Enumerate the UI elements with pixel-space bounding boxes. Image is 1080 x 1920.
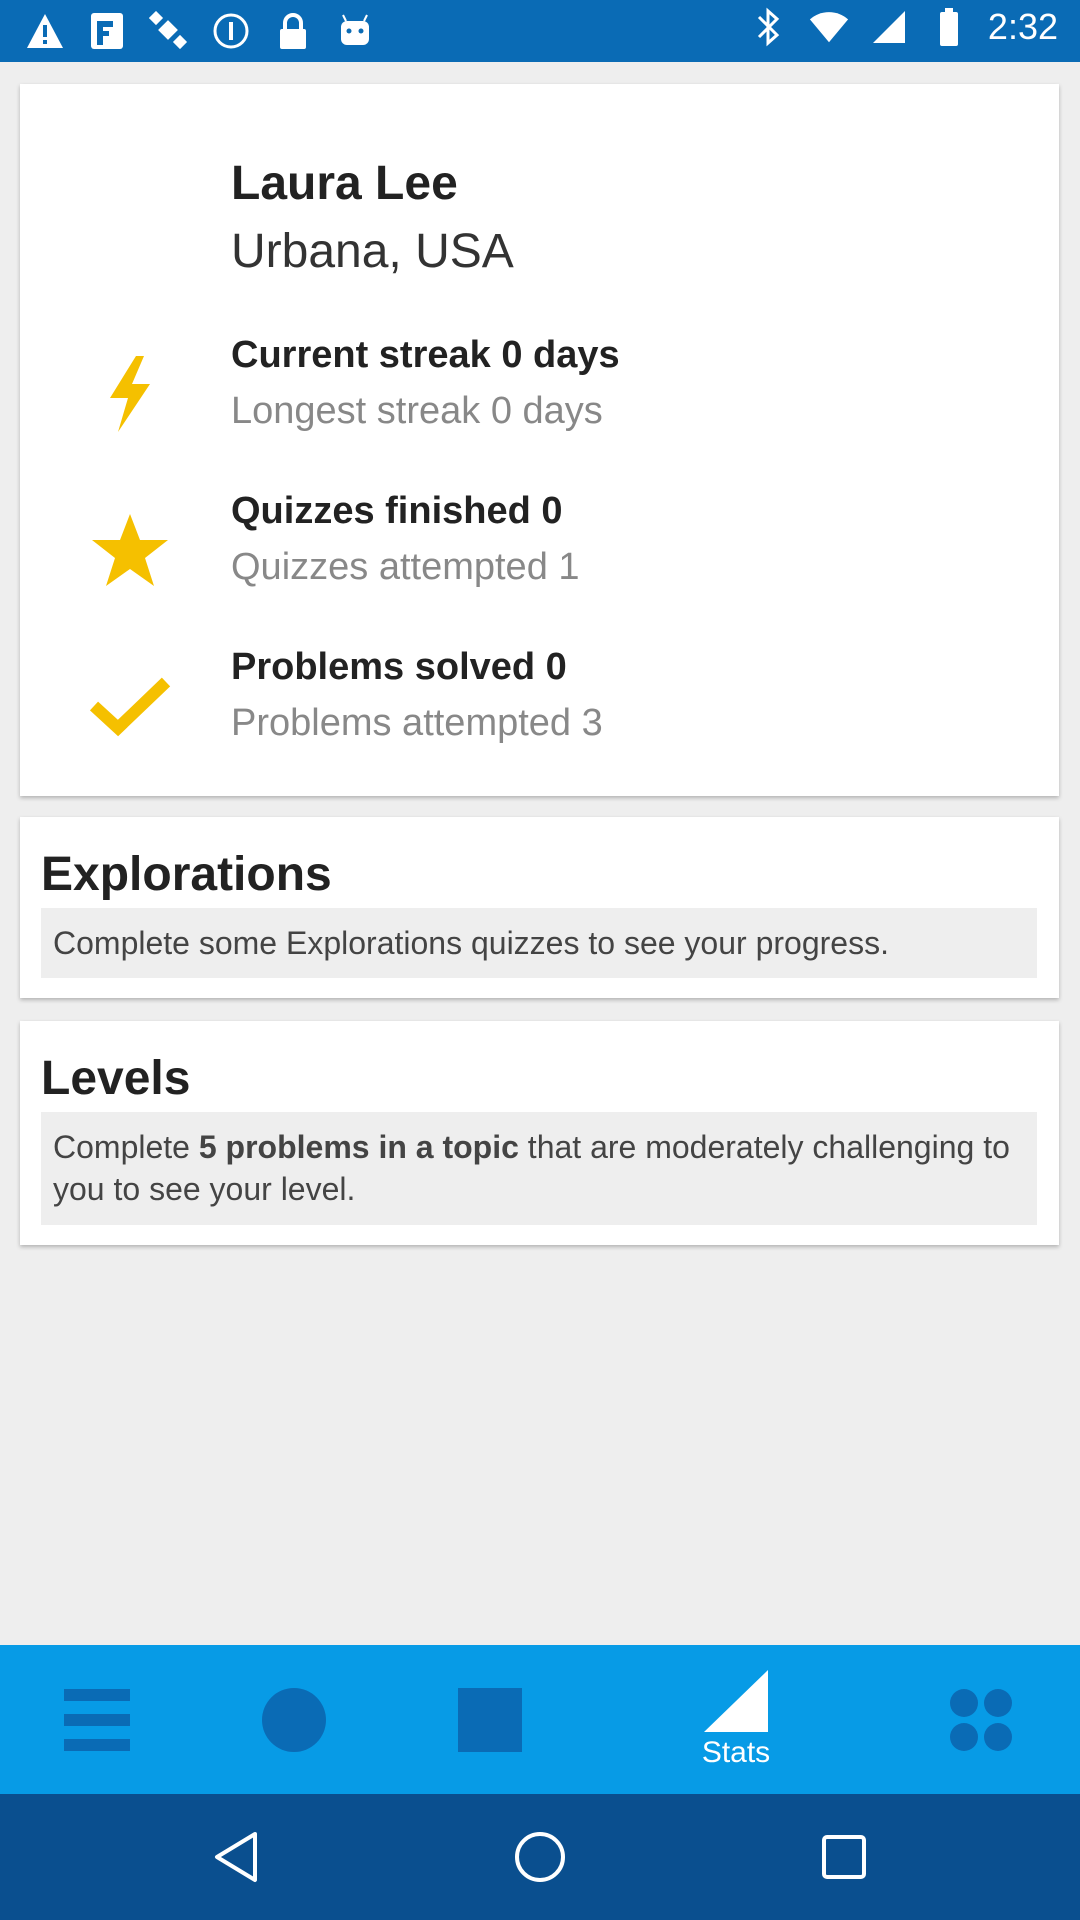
levels-title: Levels [41, 1052, 191, 1105]
triangle-icon [704, 1669, 768, 1732]
back-icon [215, 1832, 257, 1882]
menu-icon [64, 1688, 130, 1751]
levels-message-bold: 5 problems in a topic [198, 1129, 519, 1165]
explorations-title: Explorations [41, 848, 332, 901]
bluetooth-icon [748, 6, 790, 48]
explorations-card: Explorations Complete some Explorations … [20, 817, 1059, 998]
warning-icon [24, 10, 66, 52]
lock-icon [272, 10, 314, 52]
lightning-icon [80, 344, 180, 444]
recents-icon [822, 1835, 866, 1879]
nav-stats-label: Stats [701, 1735, 771, 1769]
levels-message: Complete 5 problems in a topic that are … [41, 1112, 1037, 1225]
home-icon [515, 1832, 565, 1882]
nav-square[interactable] [440, 1645, 540, 1794]
bottom-nav: Stats [0, 1645, 1080, 1794]
circle-icon [262, 1687, 326, 1752]
wifi-icon [808, 6, 850, 48]
longest-streak: Longest streak 0 days [231, 390, 603, 432]
nav-stats[interactable]: Stats [672, 1645, 800, 1794]
grid-icon [950, 1688, 1012, 1751]
profile-location: Urbana, USA [231, 225, 514, 278]
quizzes-finished: Quizzes finished 0 [231, 490, 563, 532]
profile-card: Laura Lee Urbana, USA Current streak 0 d… [20, 84, 1059, 796]
problems-attempted: Problems attempted 3 [231, 702, 603, 744]
info-circle-icon [210, 10, 252, 52]
recents-button[interactable] [814, 1827, 874, 1887]
problems-solved: Problems solved 0 [231, 646, 567, 688]
levels-message-pre: Complete [53, 1129, 199, 1165]
star-icon [80, 500, 180, 600]
check-icon [80, 656, 180, 756]
satellite-icon [148, 10, 190, 52]
battery-icon [928, 6, 970, 48]
levels-card: Levels Complete 5 problems in a topic th… [20, 1021, 1059, 1245]
signal-icon [868, 6, 910, 48]
problems-row: Problems solved 0 Problems attempted 3 [20, 646, 1059, 766]
profile-name: Laura Lee [231, 157, 458, 210]
explorations-message: Complete some Explorations quizzes to se… [41, 908, 1037, 978]
android-icon [334, 10, 376, 52]
square-icon [458, 1687, 522, 1752]
system-nav-bar [0, 1794, 1080, 1920]
nav-circle[interactable] [244, 1645, 344, 1794]
back-button[interactable] [206, 1827, 266, 1887]
quizzes-row: Quizzes finished 0 Quizzes attempted 1 [20, 490, 1059, 610]
status-time: 2:32 [987, 6, 1058, 47]
nav-menu[interactable] [47, 1645, 147, 1794]
fake-gps-icon [86, 10, 128, 52]
current-streak: Current streak 0 days [231, 334, 620, 376]
streak-row: Current streak 0 days Longest streak 0 d… [20, 334, 1059, 454]
home-button[interactable] [510, 1827, 570, 1887]
nav-grid[interactable] [931, 1645, 1031, 1794]
status-bar: 2:32 [0, 0, 1080, 62]
quizzes-attempted: Quizzes attempted 1 [231, 546, 580, 588]
